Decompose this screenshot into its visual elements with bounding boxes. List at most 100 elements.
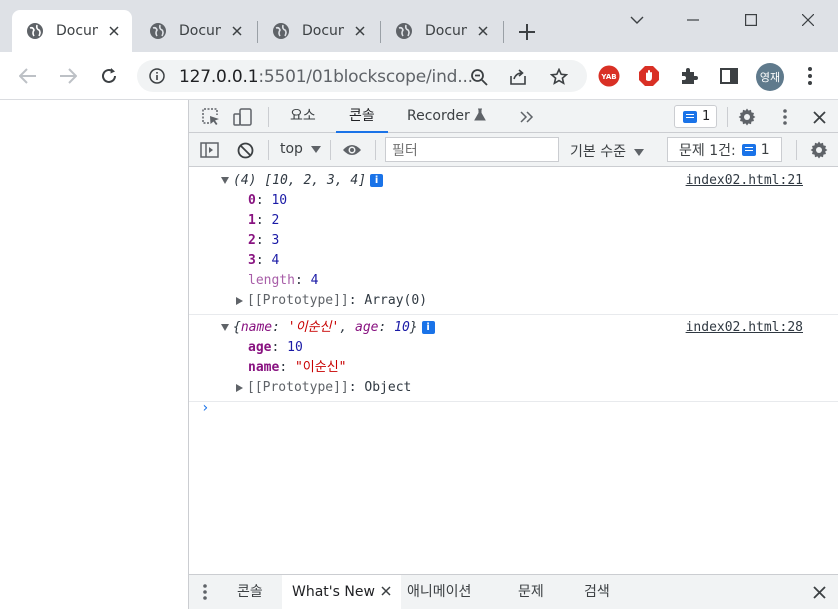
yab-extension-icon[interactable]: YAB bbox=[598, 65, 620, 87]
property-key: age bbox=[248, 340, 272, 355]
prototype-value: Array(0) bbox=[364, 293, 428, 308]
property-row: 0: 10 bbox=[248, 193, 288, 208]
context-label: top bbox=[280, 141, 303, 157]
tab-recorder[interactable]: Recorder bbox=[407, 100, 487, 133]
back-icon[interactable] bbox=[16, 64, 40, 88]
close-tab-icon[interactable] bbox=[106, 23, 122, 39]
close-drawer-tab-icon[interactable] bbox=[381, 586, 391, 596]
profile-avatar[interactable]: 영재 bbox=[756, 63, 784, 91]
drawer-tab-console[interactable]: 콘솔 bbox=[237, 575, 263, 609]
maximize-icon[interactable] bbox=[741, 10, 761, 30]
console-settings-gear-icon[interactable] bbox=[809, 140, 829, 160]
toolbar-divider bbox=[796, 140, 797, 160]
dropdown-arrow-icon bbox=[311, 146, 322, 153]
issue-message-icon bbox=[741, 143, 756, 156]
live-expression-eye-icon[interactable] bbox=[341, 140, 363, 160]
context-selector[interactable]: top bbox=[280, 141, 322, 157]
more-menu-icon[interactable] bbox=[799, 65, 821, 87]
adblock-extension-icon[interactable] bbox=[638, 65, 660, 87]
devtools-tabbar: 요소 콘솔 Recorder 1 bbox=[189, 100, 838, 133]
minimize-icon[interactable] bbox=[683, 10, 703, 30]
share-icon[interactable] bbox=[509, 68, 527, 86]
show-sidebar-icon[interactable] bbox=[199, 140, 219, 160]
property-row: 3: 4 bbox=[248, 253, 280, 268]
property-row: 2: 3 bbox=[248, 233, 280, 248]
tab-search-icon[interactable] bbox=[627, 10, 647, 30]
object-summary[interactable]: {name: '이순신', age: 10} i bbox=[221, 318, 435, 338]
close-drawer-icon[interactable] bbox=[809, 583, 829, 601]
source-link[interactable]: index02.html:21 bbox=[686, 171, 803, 191]
new-tab-icon[interactable] bbox=[517, 22, 537, 42]
inspect-element-icon[interactable] bbox=[201, 107, 221, 127]
property-key: 2 bbox=[248, 233, 256, 248]
array-summary-suffix: ] bbox=[358, 173, 367, 188]
toolbar-divider bbox=[330, 140, 331, 160]
extensions-puzzle-icon[interactable] bbox=[678, 65, 700, 87]
tab-console[interactable]: 콘솔 bbox=[336, 100, 388, 133]
drawer-tab-issues[interactable]: 문제 bbox=[518, 575, 544, 609]
tab-title: Document bbox=[56, 23, 98, 39]
globe-icon bbox=[150, 23, 166, 39]
dropdown-arrow-icon bbox=[634, 149, 645, 156]
tab-title: Document bbox=[179, 23, 221, 39]
drawer-tab-search[interactable]: 검색 bbox=[584, 575, 610, 609]
expanded-triangle-icon bbox=[221, 177, 229, 184]
issues-counter-button[interactable]: 문제 1건: 1 bbox=[667, 137, 782, 162]
browser-tab-3[interactable]: Document bbox=[258, 10, 378, 52]
flask-icon bbox=[474, 108, 487, 121]
collapsed-triangle-icon bbox=[236, 383, 243, 392]
brace-close: } bbox=[409, 320, 418, 335]
issues-badge[interactable]: 1 bbox=[674, 105, 717, 128]
toolbar-divider bbox=[268, 107, 269, 127]
log-levels-dropdown[interactable]: 기본 수준 bbox=[570, 141, 645, 161]
property-key: 1 bbox=[248, 213, 256, 228]
devtools-more-icon[interactable] bbox=[775, 107, 795, 127]
drawer-tab-whats-new[interactable]: What's New bbox=[282, 575, 401, 609]
drawer-tab-animations[interactable]: 애니메이션 bbox=[407, 575, 471, 609]
close-tab-icon[interactable] bbox=[475, 23, 491, 39]
forward-icon[interactable] bbox=[56, 64, 80, 88]
property-value: 2 bbox=[271, 213, 280, 228]
site-info-icon[interactable] bbox=[149, 68, 165, 84]
close-window-icon[interactable] bbox=[798, 10, 818, 30]
collapsed-triangle-icon bbox=[236, 296, 243, 305]
info-icon[interactable]: i bbox=[370, 174, 384, 187]
array-summary[interactable]: (4) [10, 2, 3, 4] i bbox=[221, 171, 384, 191]
filter-input[interactable] bbox=[385, 137, 559, 162]
tab-strip: Document Document Document Document bbox=[0, 0, 838, 52]
property-key: name bbox=[248, 360, 280, 375]
address-bar[interactable]: 127.0.0.1:5501/01blockscope/ind... bbox=[137, 60, 587, 92]
svg-text:YAB: YAB bbox=[600, 73, 616, 81]
property-row: length: 4 bbox=[248, 273, 319, 288]
prototype-row[interactable]: [[Prototype]]: Object bbox=[236, 378, 411, 398]
info-icon[interactable]: i bbox=[421, 321, 435, 334]
tab-title: Document bbox=[302, 23, 344, 39]
prototype-key: [[Prototype]] bbox=[247, 293, 349, 308]
browser-tab-4[interactable]: Document bbox=[381, 10, 501, 52]
reload-icon[interactable] bbox=[97, 64, 121, 88]
tab-elements[interactable]: 요소 bbox=[290, 100, 316, 133]
device-toolbar-icon[interactable] bbox=[233, 107, 253, 127]
browser-tab-1[interactable]: Document bbox=[12, 10, 132, 52]
close-devtools-icon[interactable] bbox=[809, 107, 829, 127]
close-tab-icon[interactable] bbox=[229, 23, 245, 39]
console-prompt[interactable]: › bbox=[201, 400, 209, 416]
issue-message-icon bbox=[683, 110, 697, 123]
prototype-row[interactable]: [[Prototype]]: Array(0) bbox=[236, 291, 427, 311]
more-tabs-chevron-icon[interactable] bbox=[518, 108, 536, 126]
side-panel-icon[interactable] bbox=[718, 65, 740, 87]
clear-console-icon[interactable] bbox=[235, 140, 255, 160]
brace-open: { bbox=[233, 320, 241, 335]
browser-tab-2[interactable]: Document bbox=[135, 10, 255, 52]
console-filter-bar: top 기본 수준 문제 1건: 1 bbox=[189, 133, 838, 167]
zoom-icon[interactable] bbox=[470, 68, 488, 86]
settings-gear-icon[interactable] bbox=[737, 107, 757, 127]
globe-icon bbox=[273, 23, 289, 39]
drawer-menu-icon[interactable] bbox=[203, 583, 207, 601]
bookmark-star-icon[interactable] bbox=[550, 68, 568, 86]
property-value: "이순신" bbox=[294, 360, 347, 375]
close-tab-icon[interactable] bbox=[352, 23, 368, 39]
source-link[interactable]: index02.html:28 bbox=[686, 318, 803, 338]
url-host: 127.0.0.1 bbox=[179, 67, 259, 87]
array-summary-prefix: (4) [ bbox=[233, 173, 273, 188]
